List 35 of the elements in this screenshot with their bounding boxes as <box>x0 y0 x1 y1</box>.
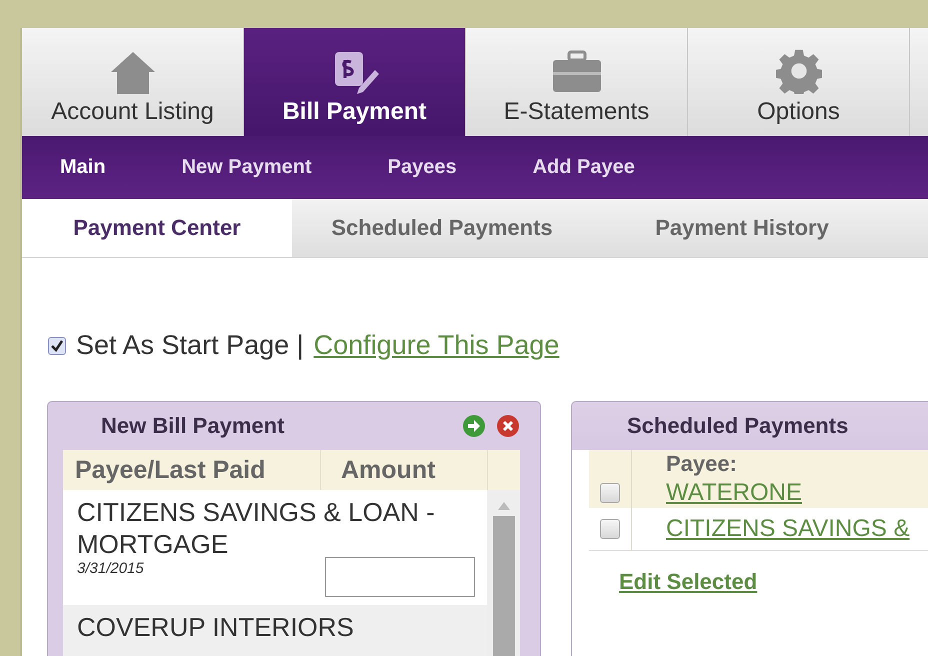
last-paid-date: 3/31/2015 <box>77 560 145 577</box>
payee-name: CITIZENS SAVINGS & LOAN - MORTGAGE <box>77 496 436 560</box>
briefcase-icon <box>550 50 602 94</box>
gear-icon <box>776 48 822 94</box>
column-header: Payee: <box>665 451 737 477</box>
nav-tab[interactable]: Account Listing <box>22 28 244 136</box>
payee-link[interactable]: CITIZENS SAVINGS & <box>666 515 910 542</box>
configure-link[interactable]: Configure This Page <box>314 330 560 361</box>
column-header: Payee/Last Paid <box>75 456 266 484</box>
start-page-checkbox[interactable] <box>48 336 66 354</box>
edit-selected-link[interactable]: Edit Selected <box>619 569 758 594</box>
close-icon[interactable] <box>496 414 520 438</box>
scroll-up-icon[interactable] <box>498 502 510 510</box>
section-tab[interactable]: Payment History <box>592 199 892 257</box>
nav-tab[interactable] <box>910 28 928 136</box>
scrollbar[interactable] <box>487 490 520 656</box>
row-checkbox[interactable] <box>600 483 620 503</box>
scrollbar-thumb[interactable] <box>492 516 514 656</box>
section-tab[interactable]: Scheduled Payments <box>292 199 592 257</box>
column-header: Amount <box>341 456 436 484</box>
panel-title: Scheduled Payments <box>627 413 850 439</box>
nav-tab[interactable]: Bill Payment <box>244 28 466 136</box>
subnav-link[interactable]: Payees <box>388 152 457 183</box>
nav-tab[interactable]: E-Statements <box>466 28 688 136</box>
payee-name: COVERUP INTERIORS <box>77 611 355 643</box>
subnav-link[interactable]: Add Payee <box>532 152 635 183</box>
checkmark-icon <box>51 340 63 352</box>
row-checkbox[interactable] <box>600 519 620 539</box>
house-icon <box>108 50 156 94</box>
subnav-link[interactable]: New Payment <box>182 152 312 183</box>
nav-tab[interactable]: Options <box>688 28 910 136</box>
section-tab[interactable]: Payment Center <box>22 199 292 257</box>
panel-title: New Bill Payment <box>101 413 286 439</box>
amount-input-field[interactable] <box>325 557 475 597</box>
start-page-label: Set As Start Page | <box>76 330 304 361</box>
